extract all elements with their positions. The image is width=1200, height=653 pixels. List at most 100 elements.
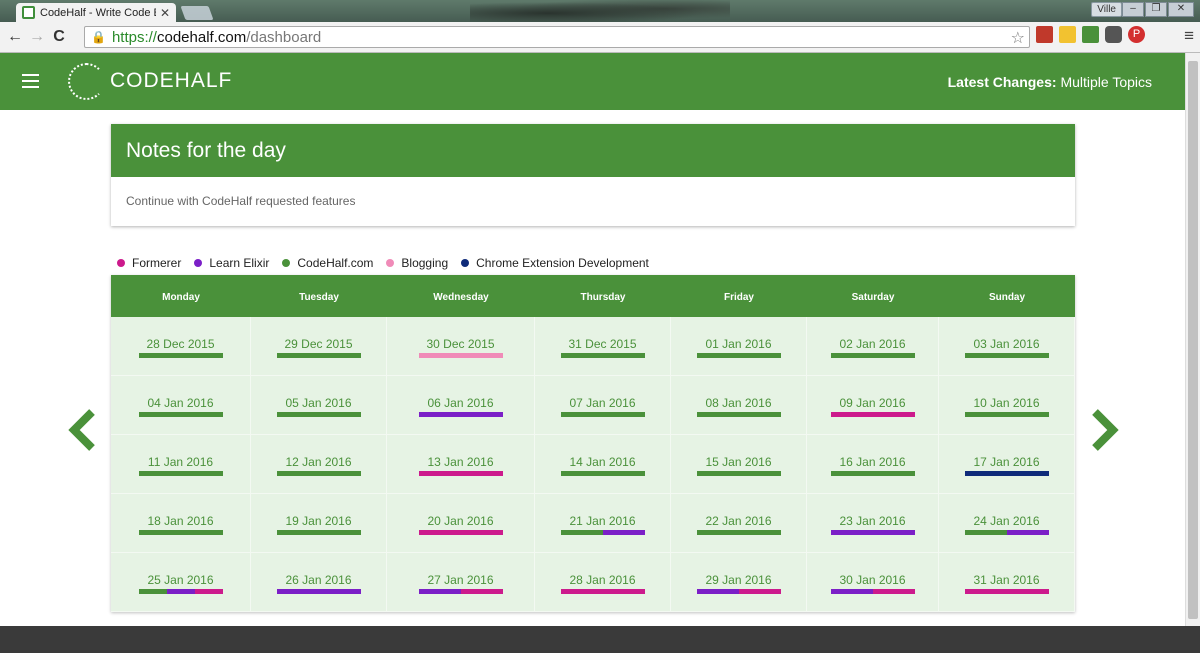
topic-segment	[830, 471, 915, 476]
calendar-day[interactable]: 11 Jan 2016	[111, 435, 251, 494]
day-date: 28 Dec 2015	[146, 337, 215, 351]
star-extension-icon[interactable]	[1059, 26, 1076, 43]
logo-text[interactable]: CODEHALF	[110, 69, 232, 93]
calendar-day[interactable]: 19 Jan 2016	[251, 494, 387, 553]
forward-icon[interactable]: →	[26, 28, 48, 46]
legend-item[interactable]: Chrome Extension Development	[461, 256, 649, 270]
page-scrollbar[interactable]	[1185, 53, 1200, 626]
latest-changes[interactable]: Latest Changes: Multiple Topics	[948, 74, 1152, 90]
topic-segment	[696, 412, 781, 417]
legend-dot-icon	[461, 259, 470, 267]
calendar-day[interactable]: 27 Jan 2016	[387, 553, 535, 612]
calendar-day[interactable]: 01 Jan 2016	[671, 317, 807, 376]
day-date: 05 Jan 2016	[285, 396, 352, 410]
back-icon[interactable]: ←	[4, 28, 26, 46]
calendar-day[interactable]: 15 Jan 2016	[671, 435, 807, 494]
calendar-day[interactable]: 26 Jan 2016	[251, 553, 387, 612]
calendar-day[interactable]: 28 Dec 2015	[111, 317, 251, 376]
profile-badge[interactable]: Ville	[1091, 2, 1122, 17]
calendar-day[interactable]: 03 Jan 2016	[939, 317, 1075, 376]
calendar-day[interactable]: 02 Jan 2016	[807, 317, 939, 376]
topic-bar	[964, 589, 1049, 594]
calendar-day[interactable]: 18 Jan 2016	[111, 494, 251, 553]
topic-legend: Formerer Learn Elixir CodeHalf.com Blogging…	[117, 256, 649, 270]
topic-bar	[418, 471, 503, 476]
gear-extension-icon[interactable]	[1082, 26, 1099, 43]
calendar-day[interactable]: 05 Jan 2016	[251, 376, 387, 435]
calendar-day[interactable]: 09 Jan 2016	[807, 376, 939, 435]
calendar-weekday-header: Monday Tuesday Wednesday Thursday Friday Satu…	[111, 275, 1075, 317]
day-date: 06 Jan 2016	[427, 396, 494, 410]
calendar-day[interactable]: 06 Jan 2016	[387, 376, 535, 435]
calendar-day[interactable]: 28 Jan 2016	[535, 553, 671, 612]
restore-icon[interactable]: ❐	[1145, 2, 1167, 17]
calendar-day[interactable]: 31 Jan 2016	[939, 553, 1075, 612]
topic-segment	[738, 589, 781, 594]
topic-bar	[964, 353, 1049, 358]
legend-item[interactable]: Formerer	[117, 256, 181, 270]
calendar-day[interactable]: 23 Jan 2016	[807, 494, 939, 553]
book-extension-icon[interactable]	[1036, 26, 1053, 43]
calendar-day[interactable]: 13 Jan 2016	[387, 435, 535, 494]
browser-tab[interactable]: CodeHalf - Write Code Ev ✕	[16, 3, 176, 22]
calendar-day[interactable]: 30 Dec 2015	[387, 317, 535, 376]
calendar-day[interactable]: 22 Jan 2016	[671, 494, 807, 553]
url-scheme: https://	[111, 28, 157, 46]
calendar-day[interactable]: 24 Jan 2016	[939, 494, 1075, 553]
calendar-day[interactable]: 31 Dec 2015	[535, 317, 671, 376]
topic-segment	[560, 353, 645, 358]
bookmark-star-icon[interactable]: ☆	[1011, 28, 1025, 48]
minimize-icon[interactable]: –	[1122, 2, 1144, 17]
legend-item[interactable]: CodeHalf.com	[282, 256, 373, 270]
page-footer	[0, 626, 1200, 653]
calendar-day[interactable]: 10 Jan 2016	[939, 376, 1075, 435]
address-bar[interactable]: 🔒 https:// codehalf.com /dashboard ☆	[84, 26, 1030, 48]
topic-segment	[560, 589, 645, 594]
legend-dot-icon	[117, 259, 125, 267]
calendar-day[interactable]: 08 Jan 2016	[671, 376, 807, 435]
latest-changes-value: Multiple Topics	[1060, 74, 1152, 90]
pocket-extension-icon[interactable]	[1105, 26, 1122, 43]
weekday-label: Monday	[162, 292, 200, 303]
scrollbar-thumb[interactable]	[1188, 61, 1198, 619]
browser-menu-icon[interactable]: ≡	[1184, 26, 1194, 46]
calendar-day[interactable]: 29 Jan 2016	[671, 553, 807, 612]
calendar-day[interactable]: 04 Jan 2016	[111, 376, 251, 435]
url-host: codehalf.com	[156, 28, 247, 46]
calendar-day[interactable]: 20 Jan 2016	[387, 494, 535, 553]
next-weeks-button[interactable]	[1089, 408, 1121, 452]
previous-weeks-button[interactable]	[66, 408, 98, 452]
day-date: 01 Jan 2016	[705, 337, 772, 351]
calendar-day[interactable]: 29 Dec 2015	[251, 317, 387, 376]
close-window-icon[interactable]: ✕	[1168, 2, 1194, 17]
topic-bar	[696, 530, 781, 535]
topic-segment	[560, 412, 645, 417]
topic-segment	[166, 589, 195, 594]
new-tab-button[interactable]	[180, 6, 214, 20]
legend-item[interactable]: Blogging	[386, 256, 448, 270]
day-date: 26 Jan 2016	[285, 573, 352, 587]
weekday-label: Friday	[723, 292, 754, 303]
legend-item[interactable]: Learn Elixir	[194, 256, 269, 270]
reload-icon[interactable]: C	[48, 28, 70, 46]
legend-dot-icon	[282, 259, 291, 267]
topic-segment	[696, 353, 781, 358]
day-date: 20 Jan 2016	[427, 514, 494, 528]
tab-close-icon[interactable]: ✕	[160, 6, 170, 20]
topic-segment	[696, 471, 781, 476]
calendar-day[interactable]: 30 Jan 2016	[807, 553, 939, 612]
calendar-day[interactable]: 21 Jan 2016	[535, 494, 671, 553]
calendar-day[interactable]: 25 Jan 2016	[111, 553, 251, 612]
calendar-day[interactable]: 17 Jan 2016	[939, 435, 1075, 494]
pinterest-extension-icon[interactable]: P	[1128, 26, 1145, 43]
day-date: 03 Jan 2016	[973, 337, 1040, 351]
hamburger-menu-icon[interactable]	[22, 74, 39, 88]
topic-bar	[138, 530, 223, 535]
codehalf-logo-icon[interactable]	[68, 63, 105, 100]
calendar-day[interactable]: 07 Jan 2016	[535, 376, 671, 435]
calendar-day[interactable]: 14 Jan 2016	[535, 435, 671, 494]
calendar-day[interactable]: 12 Jan 2016	[251, 435, 387, 494]
topic-segment	[560, 471, 645, 476]
calendar-day[interactable]: 16 Jan 2016	[807, 435, 939, 494]
day-date: 15 Jan 2016	[705, 455, 772, 469]
